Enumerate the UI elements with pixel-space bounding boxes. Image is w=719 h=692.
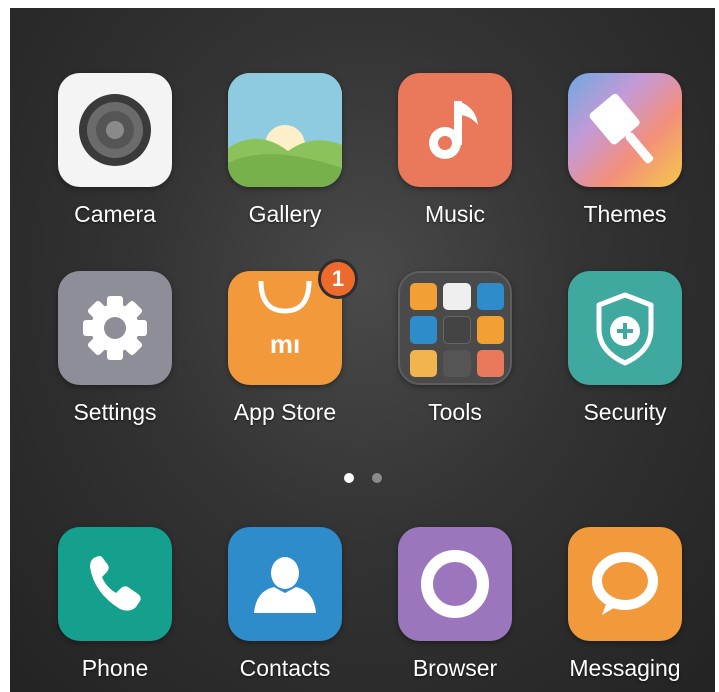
dock-messaging[interactable]: Messaging: [545, 527, 705, 682]
app-settings[interactable]: Settings: [35, 271, 195, 426]
speech-bubble-icon: [568, 527, 682, 641]
app-music[interactable]: Music: [375, 73, 535, 228]
mi-bag-icon: mı 1: [228, 259, 358, 385]
paintbrush-icon: [568, 73, 682, 187]
gallery-icon: [228, 73, 342, 187]
phone-icon: [58, 527, 172, 641]
person-icon: [228, 527, 342, 641]
app-label: Contacts: [239, 655, 331, 681]
gear-icon: [58, 271, 172, 385]
mini-app-icon: [476, 350, 504, 377]
mini-app-icon: [476, 283, 504, 310]
shield-plus-icon: [568, 271, 682, 385]
svg-text:mı: mı: [270, 329, 300, 359]
home-screen: Camera Gallery Music Themes Settings mı …: [10, 8, 715, 692]
app-gallery[interactable]: Gallery: [205, 73, 365, 228]
folder-icon: [398, 271, 512, 385]
app-label: Settings: [73, 399, 157, 425]
app-label: Browser: [412, 655, 498, 681]
app-label: Themes: [583, 201, 667, 227]
music-note-icon: [398, 73, 512, 187]
app-tools[interactable]: Tools: [375, 271, 535, 426]
app-label: Phone: [81, 655, 149, 681]
app-appstore[interactable]: mı 1 App Store: [205, 259, 365, 426]
page-indicator[interactable]: [10, 473, 715, 483]
app-label: Messaging: [569, 655, 681, 681]
app-label: Gallery: [248, 201, 322, 227]
mini-app-icon: [410, 283, 438, 310]
mini-app-icon: [410, 350, 438, 377]
dock-contacts[interactable]: Contacts: [205, 527, 365, 682]
mini-app-icon: [443, 315, 471, 345]
mini-app-icon: [410, 315, 438, 345]
app-label: Tools: [428, 399, 482, 425]
notification-badge: 1: [318, 259, 358, 299]
dock-browser[interactable]: Browser: [375, 527, 535, 682]
mini-app-icon: [443, 283, 471, 310]
mini-app-icon: [476, 315, 504, 345]
app-label: App Store: [233, 399, 337, 425]
page-dot[interactable]: [371, 473, 382, 483]
browser-icon: [398, 527, 512, 641]
camera-icon: [58, 73, 172, 187]
app-security[interactable]: Security: [545, 271, 705, 426]
page-dot-active[interactable]: [343, 473, 354, 483]
app-themes[interactable]: Themes: [545, 73, 705, 228]
app-label: Camera: [74, 201, 156, 227]
mini-app-icon: [443, 350, 471, 377]
app-label: Music: [424, 201, 486, 227]
app-camera[interactable]: Camera: [35, 73, 195, 228]
app-label: Security: [583, 399, 667, 425]
dock-phone[interactable]: Phone: [35, 527, 195, 682]
